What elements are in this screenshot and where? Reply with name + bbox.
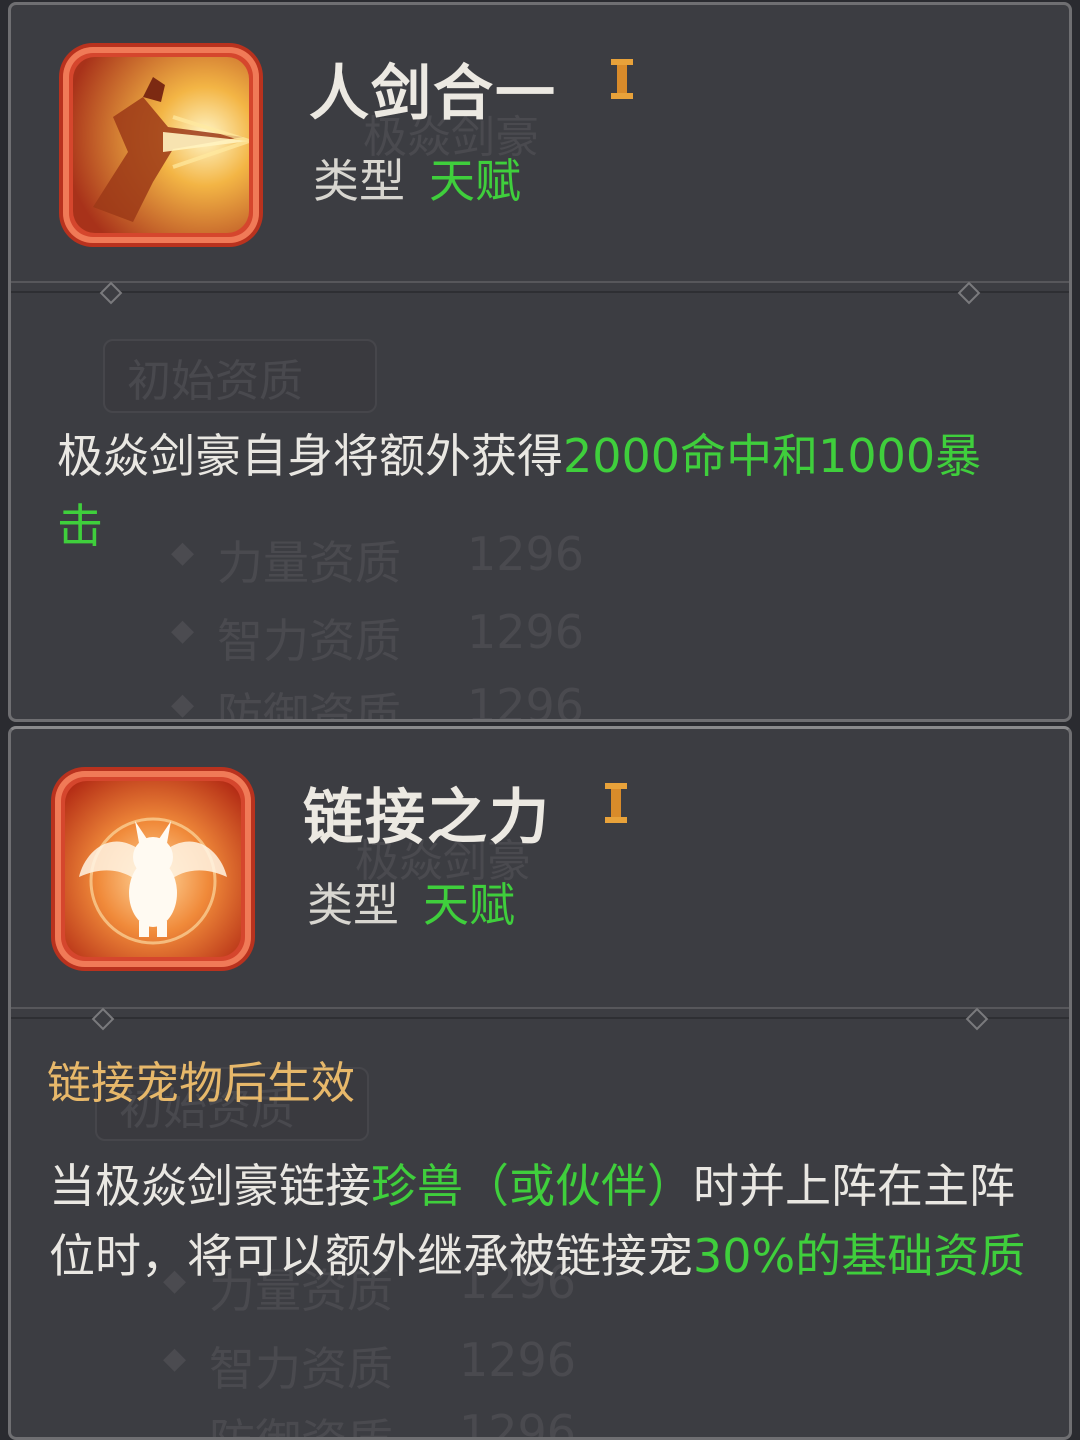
ghost-badge-label: 初始资质 bbox=[127, 356, 303, 407]
desc-text: 极焱剑豪自身将额外获得 bbox=[57, 429, 563, 483]
desc-text: 当极焱剑豪链接 bbox=[49, 1159, 371, 1213]
swordsman-icon bbox=[63, 47, 259, 243]
ghost-diamond: ◆ bbox=[163, 1341, 187, 1376]
card-bottom-edge bbox=[11, 721, 1069, 722]
ghost-attr-value: 1296 bbox=[467, 679, 585, 722]
activation-condition: 链接宠物后生效 bbox=[47, 1058, 355, 1109]
divider bbox=[11, 1007, 1069, 1031]
skill-title: 链接之力 bbox=[303, 783, 551, 853]
desc-highlight: 珍兽（或伙伴） bbox=[371, 1159, 693, 1213]
ghost-attr-value: 1296 bbox=[459, 1333, 577, 1387]
ghost-attr-label: 防御资质 bbox=[217, 688, 401, 722]
rank-badge-icon bbox=[605, 783, 627, 823]
type-label: 类型 bbox=[307, 878, 399, 932]
skill-type-row: 类型 天赋 bbox=[313, 145, 521, 211]
divider bbox=[11, 281, 1069, 305]
ghost-attr-label: 智力资质 bbox=[217, 614, 401, 668]
ghost-diamond: ◆ bbox=[171, 613, 195, 648]
skill-title: 人剑合一 bbox=[309, 59, 557, 129]
rank-badge-icon bbox=[611, 59, 633, 99]
desc-highlight: 30%的基础资质 bbox=[693, 1229, 1026, 1283]
ghost-attr-value: 1296 bbox=[459, 1405, 577, 1440]
ghost-attr-label: 防御资质 bbox=[209, 1405, 393, 1437]
ghost-attr-label: 智力资质 bbox=[209, 1342, 393, 1396]
skill-description: 当极焱剑豪链接珍兽（或伙伴）时并上阵在主阵位时，将可以额外继承被链接宠30%的基… bbox=[49, 1151, 1029, 1291]
skill-card-1: 极焱剑豪 初始资质 ◆ 力量资质 1296 ◆ 智力资质 1296 ◆ 防御资质… bbox=[8, 2, 1072, 722]
type-label: 类型 bbox=[313, 154, 405, 208]
skill-card-2: 极焱剑豪 初始资质 ◆ 力量资质 1296 ◆ 智力资质 1296 防御资质 1… bbox=[8, 726, 1072, 1440]
skill-description: 极焱剑豪自身将额外获得2000命中和1000暴击 bbox=[57, 421, 1027, 561]
type-value: 天赋 bbox=[429, 154, 521, 208]
ghost-attr-value: 1296 bbox=[467, 605, 585, 659]
skill-type-row: 类型 天赋 bbox=[307, 869, 515, 935]
type-value: 天赋 bbox=[423, 878, 515, 932]
winged-pet-icon bbox=[55, 771, 251, 967]
ghost-diamond: ◆ bbox=[171, 687, 195, 722]
